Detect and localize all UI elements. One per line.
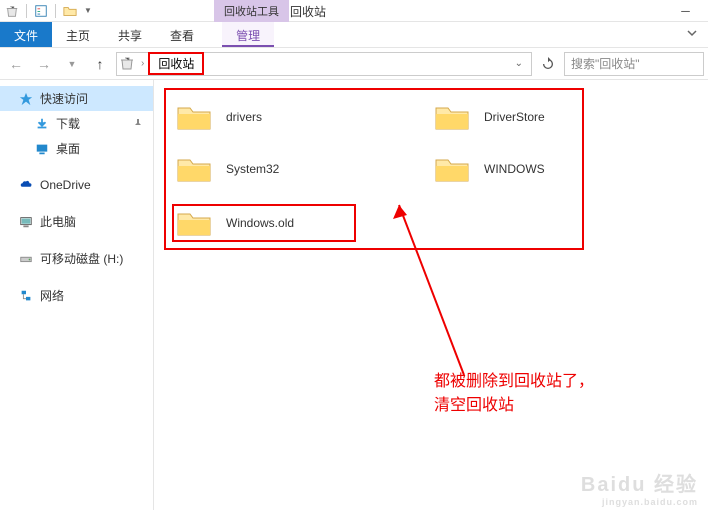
sidebar-item-network[interactable]: 网络 xyxy=(0,283,153,308)
sidebar-label: 下载 xyxy=(56,115,80,132)
annotation-arrow xyxy=(369,195,479,385)
download-icon xyxy=(34,116,50,132)
folder-item-drivers[interactable]: drivers xyxy=(176,102,262,132)
qat-dropdown-icon[interactable]: ▼ xyxy=(84,6,92,15)
search-input[interactable]: 搜索"回收站" xyxy=(564,52,704,76)
main-area: 快速访问 下载 桌面 OneDrive 此电脑 可移动磁盘 (H:) xyxy=(0,80,708,510)
folder-item-system32[interactable]: System32 xyxy=(176,154,279,184)
sidebar-label: OneDrive xyxy=(40,178,91,192)
sidebar-item-removable[interactable]: 可移动磁盘 (H:) xyxy=(0,246,153,271)
context-tab-title: 回收站工具 xyxy=(214,0,289,22)
recycle-bin-icon xyxy=(119,55,137,73)
pc-icon xyxy=(18,214,34,230)
annotation-text: 都被删除到回收站了， 清空回收站 xyxy=(434,370,594,418)
refresh-button[interactable] xyxy=(536,52,560,76)
watermark: Baidu 经验 jingyan.baidu.com xyxy=(581,468,698,507)
sidebar-label: 快速访问 xyxy=(40,90,88,107)
titlebar: ▼ 回收站工具 回收站 ─ xyxy=(0,0,708,22)
desktop-icon xyxy=(34,141,50,157)
minimize-button[interactable]: ─ xyxy=(663,0,708,22)
properties-icon[interactable] xyxy=(33,3,49,19)
sidebar-label: 此电脑 xyxy=(40,213,76,230)
breadcrumb[interactable]: › 回收站 ⌄ xyxy=(116,52,532,76)
sidebar-label: 可移动磁盘 (H:) xyxy=(40,250,123,267)
tab-home[interactable]: 主页 xyxy=(52,22,104,47)
folder-label: System32 xyxy=(226,162,279,176)
sidebar-item-desktop[interactable]: 桌面 xyxy=(0,136,153,161)
window-controls: ─ xyxy=(663,0,708,22)
nav-forward-button[interactable]: → xyxy=(32,52,56,76)
search-placeholder: 搜索"回收站" xyxy=(571,55,640,72)
sidebar-item-quick-access[interactable]: 快速访问 xyxy=(0,86,153,111)
folder-icon xyxy=(176,102,212,132)
tab-manage[interactable]: 管理 xyxy=(222,22,274,47)
breadcrumb-location[interactable]: 回收站 xyxy=(148,52,204,75)
divider xyxy=(26,4,27,18)
network-icon xyxy=(18,288,34,304)
sidebar-item-this-pc[interactable]: 此电脑 xyxy=(0,209,153,234)
divider xyxy=(55,4,56,18)
sidebar: 快速访问 下载 桌面 OneDrive 此电脑 可移动磁盘 (H:) xyxy=(0,80,154,510)
folder-item-windows-old[interactable]: Windows.old xyxy=(172,204,356,242)
folder-icon xyxy=(434,154,470,184)
folder-label: DriverStore xyxy=(484,110,545,124)
folder-item-windows[interactable]: WINDOWS xyxy=(434,154,545,184)
onedrive-icon xyxy=(18,177,34,193)
folder-qat-icon[interactable] xyxy=(62,3,78,19)
sidebar-label: 网络 xyxy=(40,287,64,304)
recycle-bin-icon xyxy=(4,3,20,19)
expand-ribbon-icon[interactable] xyxy=(676,22,708,47)
tab-share[interactable]: 共享 xyxy=(104,22,156,47)
watermark-main: Baidu 经验 xyxy=(581,468,698,497)
sidebar-item-onedrive[interactable]: OneDrive xyxy=(0,173,153,197)
folder-item-driverstore[interactable]: DriverStore xyxy=(434,102,545,132)
folder-icon xyxy=(176,208,212,238)
sidebar-item-downloads[interactable]: 下载 xyxy=(0,111,153,136)
sidebar-label: 桌面 xyxy=(56,140,80,157)
drive-icon xyxy=(18,251,34,267)
content-pane: drivers DriverStore System32 WINDOWS Win… xyxy=(154,80,708,510)
annotation-line1: 都被删除到回收站了， xyxy=(434,370,594,394)
star-icon xyxy=(18,91,34,107)
ribbon-tabs: 文件 主页 共享 查看 管理 xyxy=(0,22,708,48)
chevron-right-icon[interactable]: › xyxy=(141,58,144,69)
breadcrumb-dropdown-icon[interactable]: ⌄ xyxy=(509,58,529,69)
pin-icon xyxy=(133,117,143,131)
window-title: 回收站 xyxy=(290,3,326,20)
nav-recent-dropdown[interactable]: ▼ xyxy=(60,52,84,76)
tab-view[interactable]: 查看 xyxy=(156,22,208,47)
nav-up-button[interactable]: ↑ xyxy=(88,52,112,76)
nav-back-button[interactable]: ← xyxy=(4,52,28,76)
folder-label: WINDOWS xyxy=(484,162,545,176)
watermark-sub: jingyan.baidu.com xyxy=(581,497,698,507)
folder-label: Windows.old xyxy=(226,216,294,230)
folder-icon xyxy=(176,154,212,184)
address-bar: ← → ▼ ↑ › 回收站 ⌄ 搜索"回收站" xyxy=(0,48,708,80)
annotation-line2: 清空回收站 xyxy=(434,394,594,418)
folder-label: drivers xyxy=(226,110,262,124)
tab-file[interactable]: 文件 xyxy=(0,22,52,47)
folder-icon xyxy=(434,102,470,132)
